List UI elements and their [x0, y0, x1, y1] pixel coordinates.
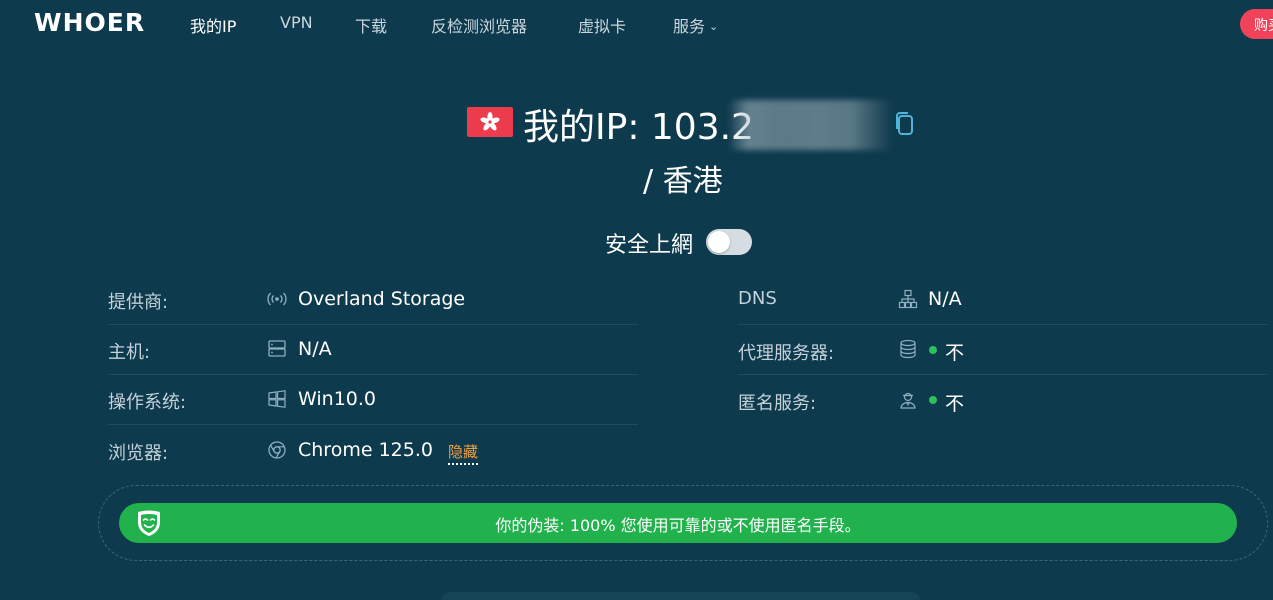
windows-icon — [267, 389, 287, 413]
provider-label: 提供商: — [108, 292, 169, 313]
provider-value: Overland Storage — [298, 288, 466, 310]
ip-address-title: 我的IP: 103.2 — [523, 107, 754, 148]
os-value: Win10.0 — [298, 388, 376, 410]
anonymizer-value: 不 — [945, 393, 965, 415]
bottom-panel — [441, 592, 921, 600]
nav-item-services-label: 服务 — [673, 17, 706, 36]
chevron-down-icon: ⌄ — [709, 20, 719, 33]
proxy-value: 不 — [945, 342, 965, 364]
database-icon — [898, 339, 918, 363]
toggle-knob — [708, 231, 730, 253]
nav-item-vpn[interactable]: VPN — [280, 13, 313, 32]
nav-item-virtual-card[interactable]: 虚拟卡 — [578, 13, 626, 37]
proxy-status-dot — [929, 346, 937, 354]
nav-item-services[interactable]: 服务 ⌄ — [673, 13, 718, 37]
ip-location: / 香港 — [643, 164, 723, 199]
os-label: 操作系统: — [108, 392, 187, 413]
hong-kong-flag-icon — [467, 107, 513, 137]
dns-value: N/A — [928, 288, 962, 310]
nav-item-my-ip[interactable]: 我的IP — [190, 13, 236, 37]
browser-label: 浏览器: — [108, 443, 169, 464]
user-incognito-icon — [898, 390, 918, 414]
row-divider — [108, 374, 638, 375]
row-divider — [108, 424, 638, 425]
row-divider — [738, 324, 1268, 325]
top-nav: WHOER 我的IP VPN 下载 反检测浏览器 虚拟卡 服务⌄ 购买 — [0, 0, 1273, 46]
ip-redaction-mask — [728, 100, 893, 150]
host-label: 主机: — [108, 342, 151, 363]
row-divider — [738, 374, 1268, 375]
browser-value: Chrome 125.0 — [298, 439, 433, 461]
copy-icon[interactable] — [896, 112, 914, 140]
anonymizer-status-dot — [929, 396, 937, 404]
network-icon — [898, 289, 918, 313]
proxy-label: 代理服务器: — [738, 343, 835, 364]
hide-browser-link[interactable]: 隐藏 — [448, 441, 479, 465]
host-value: N/A — [298, 338, 332, 360]
buy-button[interactable]: 购买 — [1240, 9, 1273, 39]
logo[interactable]: WHOER — [34, 8, 145, 37]
antenna-icon — [267, 290, 287, 312]
safe-browsing-label: 安全上網 — [605, 233, 694, 258]
dns-label: DNS — [738, 288, 777, 309]
anonymizer-label: 匿名服务: — [738, 393, 817, 414]
safe-browsing-toggle[interactable] — [706, 229, 752, 255]
nav-item-download[interactable]: 下载 — [355, 13, 387, 37]
server-icon — [267, 339, 287, 363]
disguise-status-text: 你的伪装: 100% 您使用可靠的或不使用匿名手段。 — [495, 516, 861, 535]
row-divider — [108, 324, 638, 325]
chrome-icon — [267, 440, 287, 464]
nav-item-antidetect-browser[interactable]: 反检测浏览器 — [431, 13, 527, 37]
